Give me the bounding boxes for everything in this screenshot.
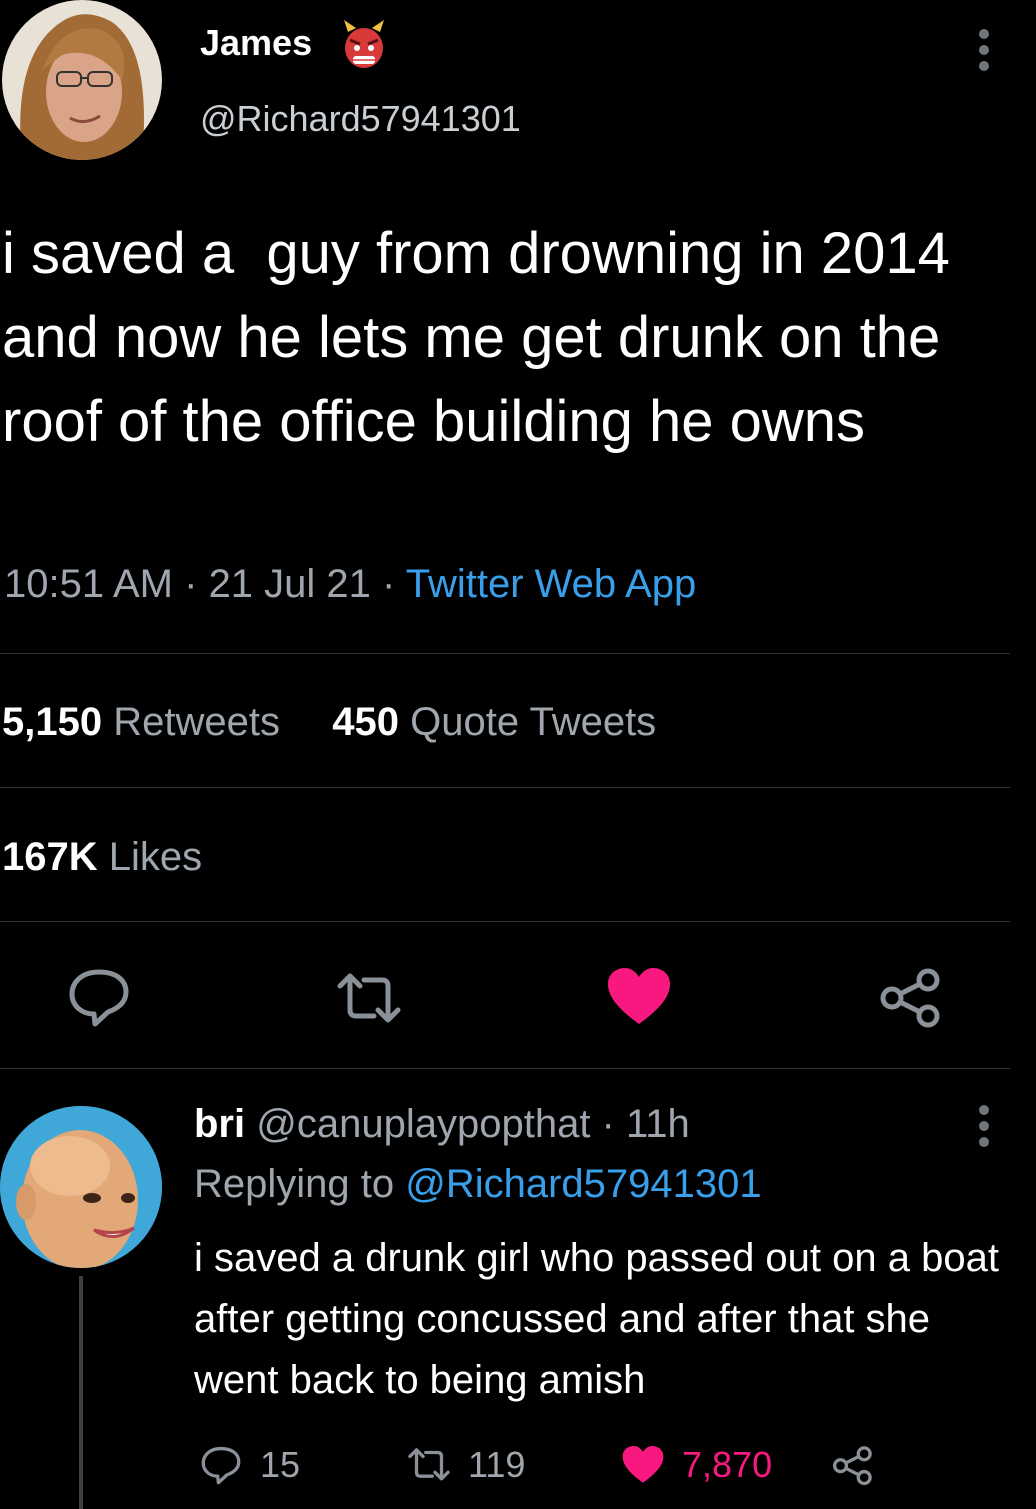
reply-age[interactable]: 11h <box>626 1102 690 1146</box>
more-options-icon[interactable] <box>976 28 992 72</box>
like-heart-icon[interactable] <box>604 962 674 1032</box>
reply-reply-action[interactable]: 15 <box>198 1442 300 1488</box>
reply-icon[interactable] <box>64 962 134 1032</box>
meta-separator: · <box>590 1102 626 1146</box>
tweet-date[interactable]: 21 Jul 21 <box>209 562 371 606</box>
divider <box>0 1068 1010 1069</box>
reply-more-options-icon[interactable] <box>976 1104 992 1148</box>
reply-share-action[interactable] <box>830 1442 892 1488</box>
thread-line <box>79 1276 83 1509</box>
author-name[interactable]: James <box>200 22 312 64</box>
divider <box>0 921 1010 922</box>
reply-like-count: 7,870 <box>682 1444 773 1485</box>
reply-text: i saved a drunk girl who passed out on a… <box>194 1236 999 1402</box>
reply-retweet-count: 119 <box>468 1444 526 1485</box>
retweets-stat[interactable]: 5,150 Retweets <box>2 700 280 744</box>
meta-separator: · <box>173 562 209 606</box>
retweets-label: Retweets <box>113 700 280 744</box>
retweets-count: 5,150 <box>2 700 103 744</box>
divider <box>0 787 1010 788</box>
tweet-meta: 10:51 AM · 21 Jul 21 · Twitter Web App <box>4 562 696 607</box>
reply-like-action[interactable]: 7,870 <box>620 1442 772 1488</box>
reply-author-name[interactable]: bri <box>194 1102 245 1146</box>
divider <box>0 653 1010 654</box>
ogre-emoji-icon <box>342 18 386 70</box>
tweet-text: i saved a guy from drowning in 2014 and … <box>2 221 967 454</box>
retweet-icon[interactable] <box>334 964 404 1034</box>
stats-row: 5,150 Retweets 450 Quote Tweets <box>2 700 656 745</box>
tweet-source[interactable]: Twitter Web App <box>406 562 697 606</box>
like-heart-icon <box>622 1445 664 1483</box>
reply-author-handle[interactable]: @canuplaypopthat <box>256 1102 590 1146</box>
share-icon[interactable] <box>876 962 946 1032</box>
author-avatar[interactable] <box>2 0 162 160</box>
share-icon <box>832 1446 872 1486</box>
meta-separator: · <box>370 562 406 606</box>
replying-to: Replying to @Richard57941301 <box>194 1162 762 1207</box>
replying-to-handle[interactable]: @Richard57941301 <box>405 1162 761 1206</box>
quotes-stat[interactable]: 450 Quote Tweets <box>332 700 656 744</box>
retweet-icon <box>408 1448 450 1481</box>
reply-author-avatar[interactable] <box>0 1106 162 1268</box>
replying-label: Replying to <box>194 1162 406 1206</box>
reply-reply-count: 15 <box>260 1444 301 1485</box>
quotes-count: 450 <box>332 700 399 744</box>
likes-stat[interactable]: 167K Likes <box>2 835 202 880</box>
reply-header: bri @canuplaypopthat · 11h <box>194 1102 690 1147</box>
likes-label: Likes <box>108 835 203 879</box>
likes-count: 167K <box>2 835 98 879</box>
reply-retweet-action[interactable]: 119 <box>406 1442 525 1488</box>
tweet-time: 10:51 AM <box>4 562 174 606</box>
author-handle[interactable]: @Richard57941301 <box>200 98 521 140</box>
reply-icon <box>201 1446 241 1485</box>
quotes-label: Quote Tweets <box>410 700 657 744</box>
